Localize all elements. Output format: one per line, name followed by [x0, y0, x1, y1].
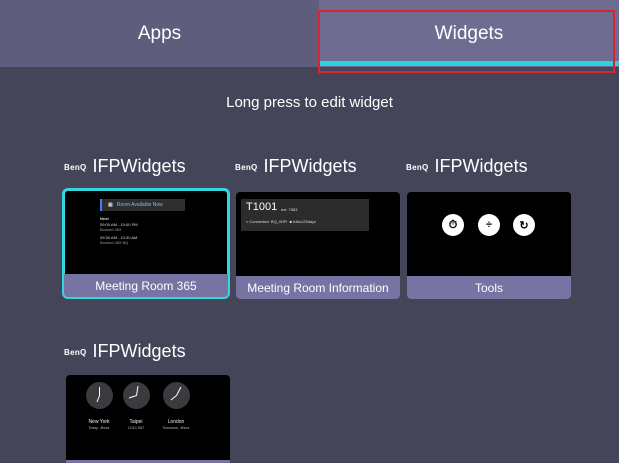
widget-card-world-clock[interactable]: New York Today, -8hour Taipei 12/10 SAT … — [66, 375, 230, 463]
analog-clock-icon — [163, 382, 190, 409]
benq-logo: BenQ — [235, 163, 258, 172]
benq-logo: BenQ — [64, 348, 87, 357]
tab-apps[interactable]: Apps — [0, 0, 319, 67]
room-id: T1001 — [246, 201, 278, 213]
wifi-icon: ≈ — [246, 219, 249, 224]
slot-name: Booked 365 — [100, 227, 122, 232]
widget-group-header: BenQ IFPWidgets — [235, 154, 357, 178]
annotation-highlight-box — [318, 10, 615, 73]
network-name: BQ_WIFI — [270, 219, 288, 224]
group-title: IFPWidgets — [92, 155, 186, 176]
clock-city: London — [167, 419, 185, 425]
widget-group-header: BenQ IFPWidgets — [64, 339, 186, 363]
clock-city: New York — [88, 419, 110, 425]
card-label: Meeting Room 365 — [64, 274, 228, 297]
clock-city: Taipei — [129, 419, 143, 425]
widget-card-meeting-room-365[interactable]: ▦ Room Available Now Next 09:00 AM - 10:… — [62, 188, 230, 299]
widget-group-header: BenQ IFPWidgets — [64, 154, 186, 178]
group-title: IFPWidgets — [92, 340, 186, 361]
card-label: Tools — [407, 276, 571, 299]
clock-day: Tomorrow, -8hour — [162, 426, 190, 430]
slot-name: Booked 365 BQ — [100, 240, 129, 245]
group-title: IFPWidgets — [263, 155, 357, 176]
group-title: IFPWidgets — [434, 155, 528, 176]
edit-hint: Long press to edit widget — [226, 94, 393, 111]
widget-group-header: BenQ IFPWidgets — [406, 154, 528, 178]
clock-day: 12/10 SAT — [127, 426, 145, 430]
lock-icon: ■ — [289, 219, 293, 224]
connection-info: ≈ Connected BQ_WIFI ■ AIbc123dayz — [246, 219, 316, 224]
tab-apps-label: Apps — [137, 22, 182, 44]
room-available-banner: ▦ Room Available Now — [100, 199, 185, 211]
room-extension: ext. 7583 — [281, 207, 298, 212]
next-label: Next — [100, 216, 109, 221]
clock-day: Today, -8hour — [88, 426, 110, 430]
analog-clock-icon — [123, 382, 150, 409]
benq-logo: BenQ — [64, 163, 87, 172]
benq-logo: BenQ — [406, 163, 429, 172]
calendar-icon: ▦ — [108, 202, 113, 208]
connection-status: Connected — [249, 219, 269, 224]
analog-clock-icon — [86, 382, 113, 409]
widget-card-meeting-room-information[interactable]: T1001 ext. 7583 ≈ Connected BQ_WIFI ■ AI… — [236, 192, 400, 299]
network-password: AIbc123dayz — [292, 219, 317, 224]
stopwatch-icon: ⏱ — [442, 214, 464, 236]
timer-icon: ↻ — [513, 214, 535, 236]
card-label: Meeting Room Information — [236, 276, 400, 299]
room-info-panel: T1001 ext. 7583 ≈ Connected BQ_WIFI ■ AI… — [241, 199, 369, 231]
calculator-icon: ÷ — [478, 214, 500, 236]
widget-card-tools[interactable]: ⏱ ÷ ↻ Tools — [407, 192, 571, 299]
room-banner-text: Room Available Now — [116, 202, 163, 208]
